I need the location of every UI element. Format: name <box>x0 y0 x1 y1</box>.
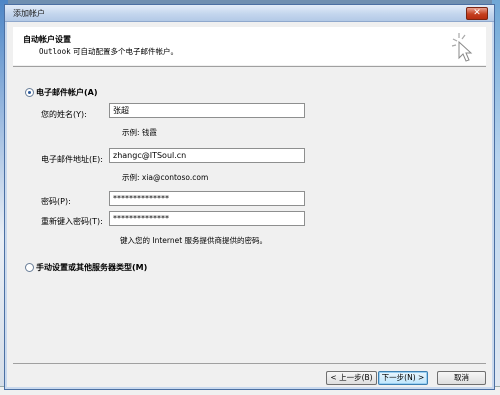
page-subtitle: Outlook 可自动配置多个电子邮件帐户。 <box>39 46 178 57</box>
wizard-header: 自动帐户设置 Outlook 可自动配置多个电子邮件帐户。 <box>13 27 486 65</box>
window-title: 添加帐户 <box>13 9 45 18</box>
back-button[interactable]: < 上一步(B) <box>326 371 377 385</box>
cancel-button[interactable]: 取消 <box>437 371 486 385</box>
footer-divider <box>13 363 486 364</box>
name-hint: 示例: 钱霞 <box>122 128 157 137</box>
name-label: 您的姓名(Y): <box>41 110 87 119</box>
email-account-label: 电子邮件帐户(A) <box>36 88 98 97</box>
manual-setup-label: 手动设置或其他服务器类型(M) <box>36 263 148 272</box>
password-hint: 键入您的 Internet 服务提供商提供的密码。 <box>120 236 268 245</box>
page-title: 自动帐户设置 <box>23 35 71 44</box>
email-account-radio[interactable] <box>25 88 34 97</box>
email-label: 电子邮件地址(E): <box>41 155 103 164</box>
manual-setup-radio[interactable] <box>25 263 34 272</box>
email-field[interactable]: zhangc@ITSoul.cn <box>109 148 305 163</box>
retype-password-input[interactable]: ************** <box>109 211 305 226</box>
password-label: 密码(P): <box>41 197 71 206</box>
retype-password-label: 重新键入密码(T): <box>41 217 103 226</box>
close-button[interactable]: ✕ <box>466 7 488 20</box>
cursor-sparkle-icon <box>451 33 473 62</box>
email-hint: 示例: xia@contoso.com <box>122 173 209 182</box>
next-button[interactable]: 下一步(N) > <box>378 371 428 385</box>
title-bar: 添加帐户 ✕ <box>5 5 494 22</box>
header-divider <box>13 66 486 67</box>
subtitle-app-name: Outlook <box>39 47 71 56</box>
password-input[interactable]: ************** <box>109 191 305 206</box>
name-input[interactable]: 张超 <box>109 103 305 118</box>
add-account-dialog: 添加帐户 ✕ 自动帐户设置 Outlook 可自动配置多个电子邮件帐户。 电子邮… <box>4 4 495 390</box>
subtitle-text: 可自动配置多个电子邮件帐户。 <box>70 47 178 56</box>
